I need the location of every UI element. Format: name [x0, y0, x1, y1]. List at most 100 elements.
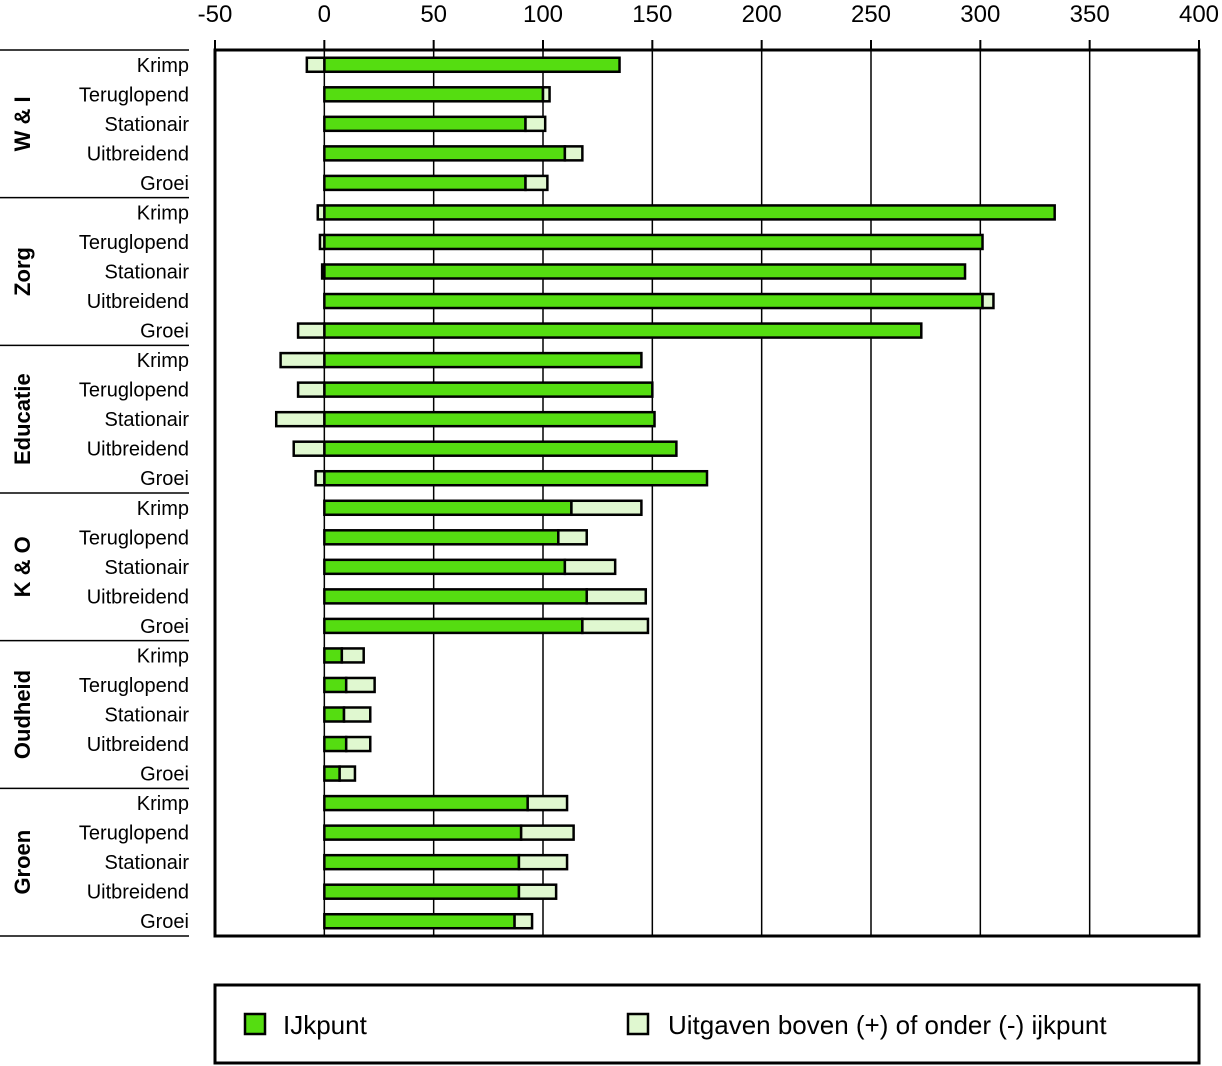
bar-ijkpunt: [323, 322, 923, 339]
category-label: Stationair: [105, 705, 190, 727]
category-label: Uitbreidend: [87, 439, 189, 461]
x-tick-label: 350: [1070, 1, 1110, 28]
category-label: Uitbreidend: [87, 143, 189, 165]
x-tick-label: 200: [742, 1, 782, 28]
bar-ijkpunt: [323, 469, 709, 487]
category-label: Groei: [140, 468, 189, 490]
category-label: Teruglopend: [79, 84, 189, 106]
x-tick-label: 0: [318, 1, 331, 28]
bar-ijkpunt: [323, 145, 567, 162]
bar-uitgaven: [274, 410, 326, 428]
bar-uitgaven: [585, 588, 648, 605]
bar-ijkpunt: [323, 765, 341, 782]
bar-uitgaven: [296, 381, 326, 398]
chart: -50 0 50 100 150 200 250 300 350 400 Krimp Teruglo…: [0, 1, 1219, 1065]
bar-ijkpunt: [323, 115, 527, 133]
bar-uitgaven: [517, 853, 569, 871]
bar-uitgaven: [318, 233, 326, 251]
category-label: Krimp: [137, 350, 189, 372]
group-label: Zorg: [10, 247, 35, 296]
x-tick-label: 400: [1179, 1, 1219, 28]
category-label: Stationair: [105, 262, 190, 284]
bar-ijkpunt: [323, 529, 560, 546]
bar-ijkpunt: [323, 735, 348, 753]
legend: IJkpunt Uitgaven boven (+) of onder (-) …: [213, 983, 1201, 1065]
bar-uitgaven: [541, 86, 551, 103]
bars: [274, 56, 1056, 930]
category-label: Stationair: [105, 852, 190, 874]
bar-uitgaven: [320, 263, 326, 280]
bar-uitgaven: [316, 204, 326, 221]
bar-ijkpunt: [323, 883, 521, 900]
category-label: Uitbreidend: [87, 882, 189, 904]
x-tick-label: 300: [960, 1, 1000, 28]
category-label: Stationair: [105, 557, 190, 579]
bar-uitgaven: [563, 558, 617, 576]
category-label: Teruglopend: [79, 527, 189, 549]
category-label: Uitbreidend: [87, 586, 189, 608]
category-label: Stationair: [105, 409, 190, 431]
bar-ijkpunt: [323, 263, 967, 280]
bar-uitgaven: [981, 292, 995, 310]
category-label: Groei: [140, 321, 189, 343]
category-labels: Krimp Teruglopend Stationair Uitbreidend Gro…: [79, 55, 189, 933]
bar-ijkpunt: [323, 558, 567, 576]
bar-ijkpunt: [323, 588, 588, 605]
legend-swatch-uitgaven: [626, 1012, 650, 1036]
bar-uitgaven: [344, 676, 376, 694]
bar-ijkpunt: [323, 351, 643, 369]
category-label: Krimp: [137, 645, 189, 667]
bar-uitgaven: [305, 56, 326, 74]
category-label: Krimp: [137, 202, 189, 224]
legend-label-ijkpunt: IJkpunt: [283, 1010, 368, 1040]
category-label: Teruglopend: [79, 823, 189, 845]
bar-ijkpunt: [323, 912, 516, 930]
bar-uitgaven: [292, 440, 326, 457]
category-label: Krimp: [137, 55, 189, 77]
bar-ijkpunt: [323, 853, 521, 871]
category-label: Groei: [140, 764, 189, 786]
category-label: Groei: [140, 616, 189, 638]
bar-ijkpunt: [323, 794, 529, 812]
legend-label-uitgaven: Uitgaven boven (+) of onder (-) ijkpunt: [668, 1010, 1107, 1040]
category-label: Groei: [140, 911, 189, 933]
bar-uitgaven: [570, 499, 643, 517]
group-label: W & I: [10, 96, 35, 151]
category-label: Teruglopend: [79, 675, 189, 697]
bar-uitgaven: [581, 617, 650, 635]
bar-ijkpunt: [323, 292, 984, 310]
group-label: Groen: [10, 830, 35, 895]
bar-uitgaven: [279, 351, 326, 369]
bar-ijkpunt: [323, 647, 344, 664]
bar-uitgaven: [517, 883, 558, 900]
legend-swatch-ijkpunt: [243, 1012, 267, 1036]
bar-uitgaven: [342, 706, 372, 723]
bar-ijkpunt: [323, 174, 527, 192]
bar-uitgaven: [340, 647, 365, 664]
bar-uitgaven: [524, 174, 549, 192]
category-label: Groei: [140, 173, 189, 195]
category-label: Teruglopend: [79, 232, 189, 254]
group-label: Oudheid: [10, 670, 35, 759]
bar-ijkpunt: [323, 86, 545, 103]
x-tick-label: 50: [420, 1, 447, 28]
bar-ijkpunt: [323, 233, 984, 251]
bar-uitgaven: [557, 529, 588, 546]
category-label: Uitbreidend: [87, 734, 189, 756]
bar-uitgaven: [296, 322, 326, 339]
bar-ijkpunt: [323, 676, 348, 694]
bar-uitgaven: [519, 824, 575, 841]
bar-uitgaven: [563, 145, 584, 162]
category-label: Krimp: [137, 498, 189, 520]
bar-ijkpunt: [323, 381, 654, 398]
bar-uitgaven: [314, 469, 326, 487]
x-tick-label: 100: [523, 1, 563, 28]
bar-ijkpunt: [323, 56, 621, 74]
category-label: Krimp: [137, 793, 189, 815]
x-tick-label: 150: [632, 1, 672, 28]
bar-ijkpunt: [323, 410, 656, 428]
bar-ijkpunt: [323, 440, 678, 457]
bar-uitgaven: [513, 912, 534, 930]
bar-uitgaven: [338, 765, 357, 782]
x-axis-ticks: -50 0 50 100 150 200 250 300 350 400: [198, 1, 1219, 50]
